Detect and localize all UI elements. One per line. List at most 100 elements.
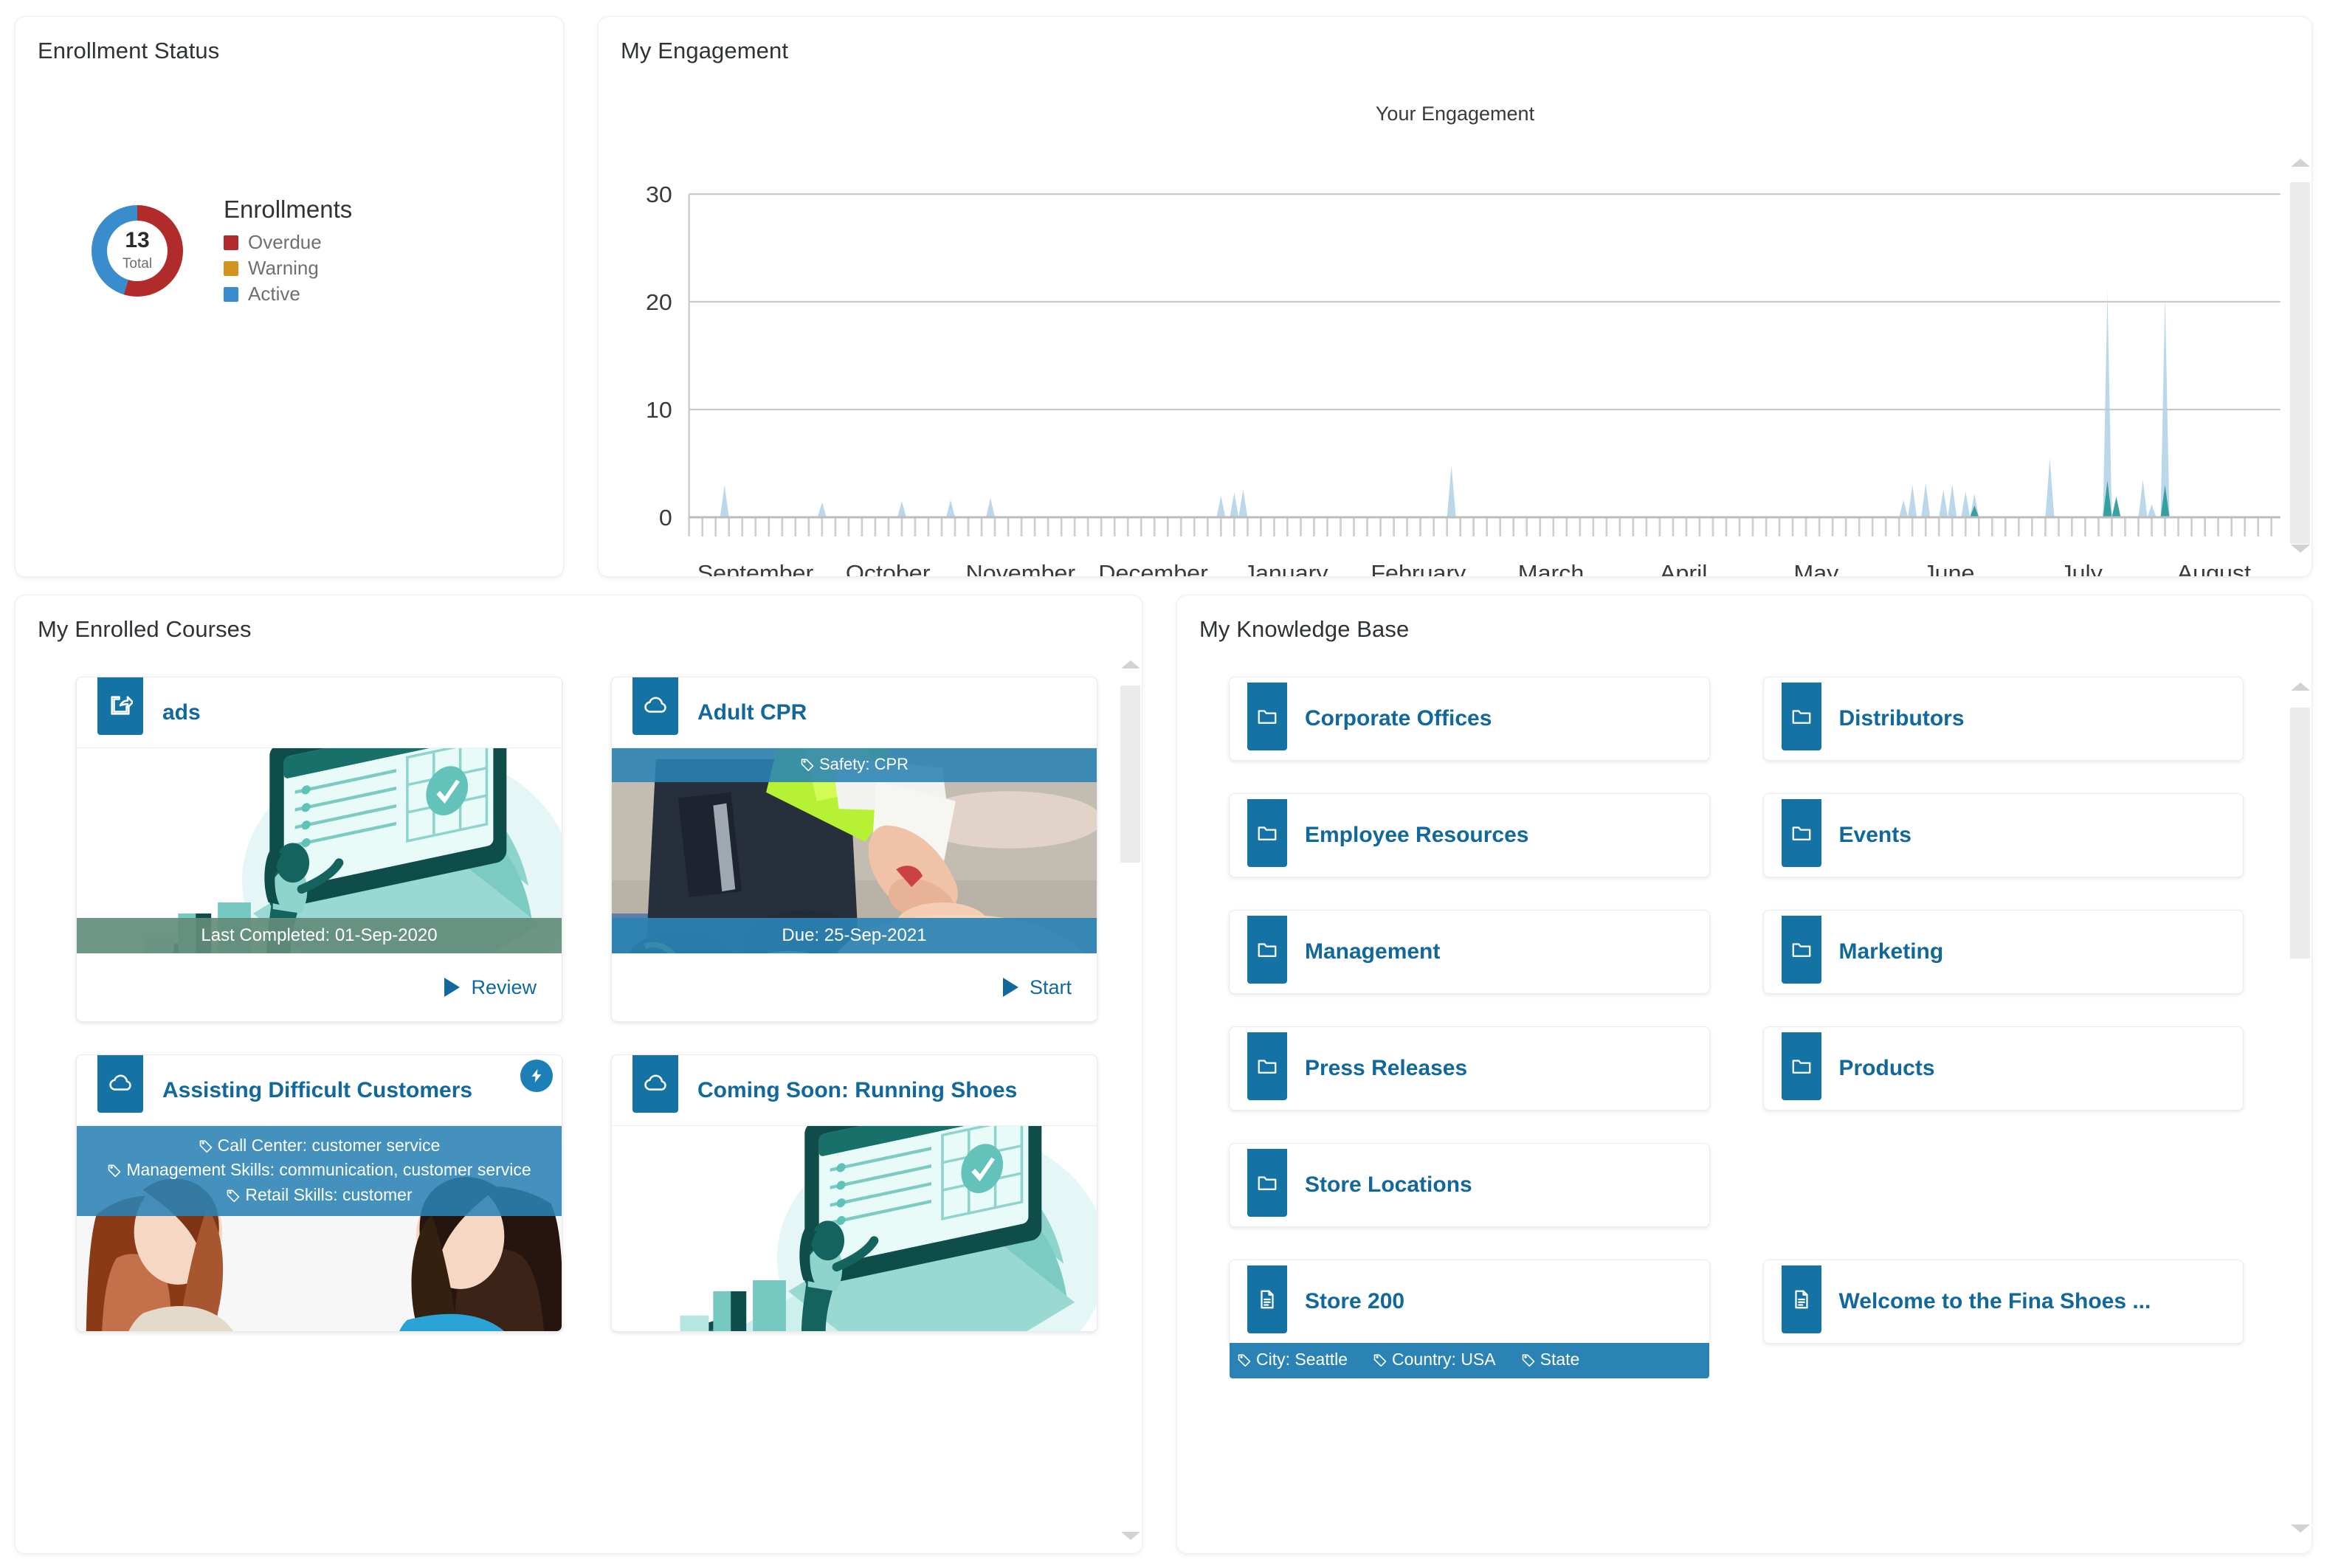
legend-label-active: Active <box>248 283 300 305</box>
folder-icon <box>1247 1032 1287 1100</box>
course-title[interactable]: Assisting Difficult Customers <box>143 1055 515 1125</box>
folder-icon <box>1247 916 1287 984</box>
knowledge-base-tag: City: Seattle <box>1237 1350 1348 1372</box>
my-enrolled-courses-title: My Enrolled Courses <box>38 616 252 642</box>
document-icon <box>1781 1265 1821 1333</box>
course-action-button[interactable]: Start <box>1002 975 1072 999</box>
engagement-chart-area: Your Engagement 0 10 20 30 September October N… <box>599 103 2312 577</box>
scroll-down-arrow-icon[interactable] <box>1120 1532 1140 1540</box>
knowledge-base-item-label: Press Releases <box>1305 1056 1468 1080</box>
donut-total-value: 13 <box>125 227 150 252</box>
course-artwork <box>612 1126 1097 1331</box>
knowledge-base-item-label: Products <box>1838 1056 1935 1080</box>
course-media: Safety: CPR Due: 25-Sep-2021 <box>612 748 1097 953</box>
course-tag-label: Retail Skills: customer <box>245 1184 413 1204</box>
svg-text:November: November <box>966 560 1076 577</box>
play-icon <box>444 978 461 997</box>
course-tag: Safety: CPR <box>800 755 909 773</box>
tag-icon <box>1521 1352 1536 1372</box>
course-tag-band: Safety: CPR <box>612 748 1097 783</box>
knowledge-base-item[interactable]: Press Releases <box>1229 1026 1710 1111</box>
course-action-label: Review <box>471 975 537 998</box>
scroll-thumb[interactable] <box>2290 182 2310 544</box>
course-card[interactable]: Adult CPR Safety: CPR Due: 25-Sep-2021 Star… <box>611 677 1097 1022</box>
course-card[interactable]: Assisting Difficult Customers Call Center… <box>76 1054 562 1332</box>
course-card[interactable]: ads Last Completed: 01-Sep-2020 Review <box>76 677 562 1022</box>
legend-item-overdue[interactable]: Overdue <box>224 231 352 254</box>
scroll-up-arrow-icon[interactable] <box>2290 159 2310 167</box>
knowledge-base-tag-label: City: Seattle <box>1256 1350 1348 1369</box>
knowledge-base-item[interactable]: Store 200 City: Seattle Country: USA State <box>1229 1260 1710 1378</box>
course-action-button[interactable]: Review <box>444 976 537 999</box>
svg-text:August: August <box>2177 560 2252 577</box>
course-tag: Management Skills: communication, custom… <box>107 1160 531 1179</box>
legend-swatch-overdue <box>224 235 238 250</box>
course-tag-label: Management Skills: communication, custom… <box>126 1160 531 1180</box>
knowledge-base-item[interactable]: Corporate Offices <box>1229 677 1710 761</box>
tag-icon <box>800 756 815 777</box>
knowledge-base-item[interactable]: Distributors <box>1762 677 2244 761</box>
folder-icon <box>1781 799 1821 867</box>
knowledge-base-tag-label: Country: USA <box>1392 1350 1496 1369</box>
knowledge-base-item[interactable]: Welcome to the Fina Shoes ... <box>1762 1260 2244 1344</box>
svg-text:July: July <box>2061 560 2103 577</box>
knowledge-base-item[interactable]: Events <box>1762 793 2244 877</box>
course-action-label: Start <box>1029 975 1072 998</box>
course-header: Coming Soon: Running Shoes <box>612 1055 1097 1126</box>
bolt-icon[interactable] <box>520 1060 553 1092</box>
svg-text:September: September <box>697 560 814 577</box>
my-engagement-card: My Engagement Your Engagement 0 10 20 30 Sep… <box>598 16 2312 577</box>
knowledge-base-item[interactable]: Marketing <box>1762 910 2244 994</box>
chart-plot[interactable]: 0 10 20 30 September October November December J… <box>599 184 2286 577</box>
course-tag-band: Call Center: customer service Management… <box>77 1126 562 1217</box>
course-tag: Retail Skills: customer <box>226 1184 413 1204</box>
course-header: Adult CPR <box>612 677 1097 748</box>
knowledge-base-grid: Corporate Offices Distributors Employee Re… <box>1177 643 2312 1378</box>
svg-text:April: April <box>1660 560 1707 577</box>
engagement-scrollbar[interactable] <box>2289 103 2312 576</box>
courses-scrollbar[interactable] <box>1119 595 1142 1553</box>
course-title[interactable]: Adult CPR <box>678 677 849 747</box>
svg-text:January: January <box>1244 560 1328 577</box>
course-card[interactable]: Coming Soon: Running Shoes <box>611 1054 1097 1332</box>
tag-icon <box>1237 1352 1252 1372</box>
scroll-up-arrow-icon[interactable] <box>2290 683 2310 691</box>
course-status-band: Last Completed: 01-Sep-2020 <box>77 918 562 953</box>
enrollment-donut-chart[interactable]: 13 Total <box>92 204 183 297</box>
scroll-up-arrow-icon[interactable] <box>1120 660 1140 669</box>
knowledge-base-item[interactable]: Management <box>1229 910 1710 994</box>
course-header: Assisting Difficult Customers <box>77 1055 562 1126</box>
svg-text:February: February <box>1371 560 1466 577</box>
svg-text:June: June <box>1923 560 1975 577</box>
scroll-down-arrow-icon[interactable] <box>2290 545 2310 553</box>
knowledge-base-item[interactable]: Store Locations <box>1229 1143 1710 1227</box>
knowledge-base-item[interactable]: Employee Resources <box>1229 793 1710 877</box>
course-media: Call Center: customer service Management… <box>77 1126 562 1331</box>
legend-swatch-active <box>224 286 238 302</box>
knowledge-base-item[interactable]: Products <box>1762 1026 2244 1111</box>
legend-item-warning[interactable]: Warning <box>224 257 352 280</box>
donut-center-labels: 13 Total <box>92 205 183 297</box>
courses-grid: ads Last Completed: 01-Sep-2020 Review Adul… <box>15 643 1142 1332</box>
scroll-thumb[interactable] <box>2290 708 2310 959</box>
legend-label-overdue: Overdue <box>248 231 322 253</box>
scroll-thumb[interactable] <box>1120 685 1140 863</box>
knowledge-base-tag: Country: USA <box>1373 1350 1496 1372</box>
knowledge-base-tag-label: State <box>1540 1350 1580 1369</box>
course-title[interactable]: ads <box>143 677 244 747</box>
svg-text:20: 20 <box>646 289 672 315</box>
dashboard-page: Enrollment Status 13 Total Enrollments O… <box>0 0 2327 1568</box>
course-footer: Start <box>612 953 1097 1021</box>
course-status-band: Due: 25-Sep-2021 <box>612 918 1097 953</box>
svg-text:October: October <box>846 560 931 577</box>
folder-icon <box>1247 1149 1287 1217</box>
knowledge-base-item-label: Management <box>1305 939 1441 964</box>
enrollment-status-card: Enrollment Status 13 Total Enrollments O… <box>15 16 564 577</box>
engagement-area-chart[interactable]: 0 10 20 30 September October November December J… <box>599 184 2286 577</box>
knowledge-base-scrollbar[interactable] <box>2289 595 2312 1553</box>
folder-icon <box>1247 683 1287 750</box>
scroll-down-arrow-icon[interactable] <box>2290 1524 2310 1533</box>
course-title[interactable]: Coming Soon: Running Shoes <box>678 1055 1060 1125</box>
legend-item-active[interactable]: Active <box>224 283 352 305</box>
top-row: Enrollment Status 13 Total Enrollments O… <box>15 16 2312 577</box>
